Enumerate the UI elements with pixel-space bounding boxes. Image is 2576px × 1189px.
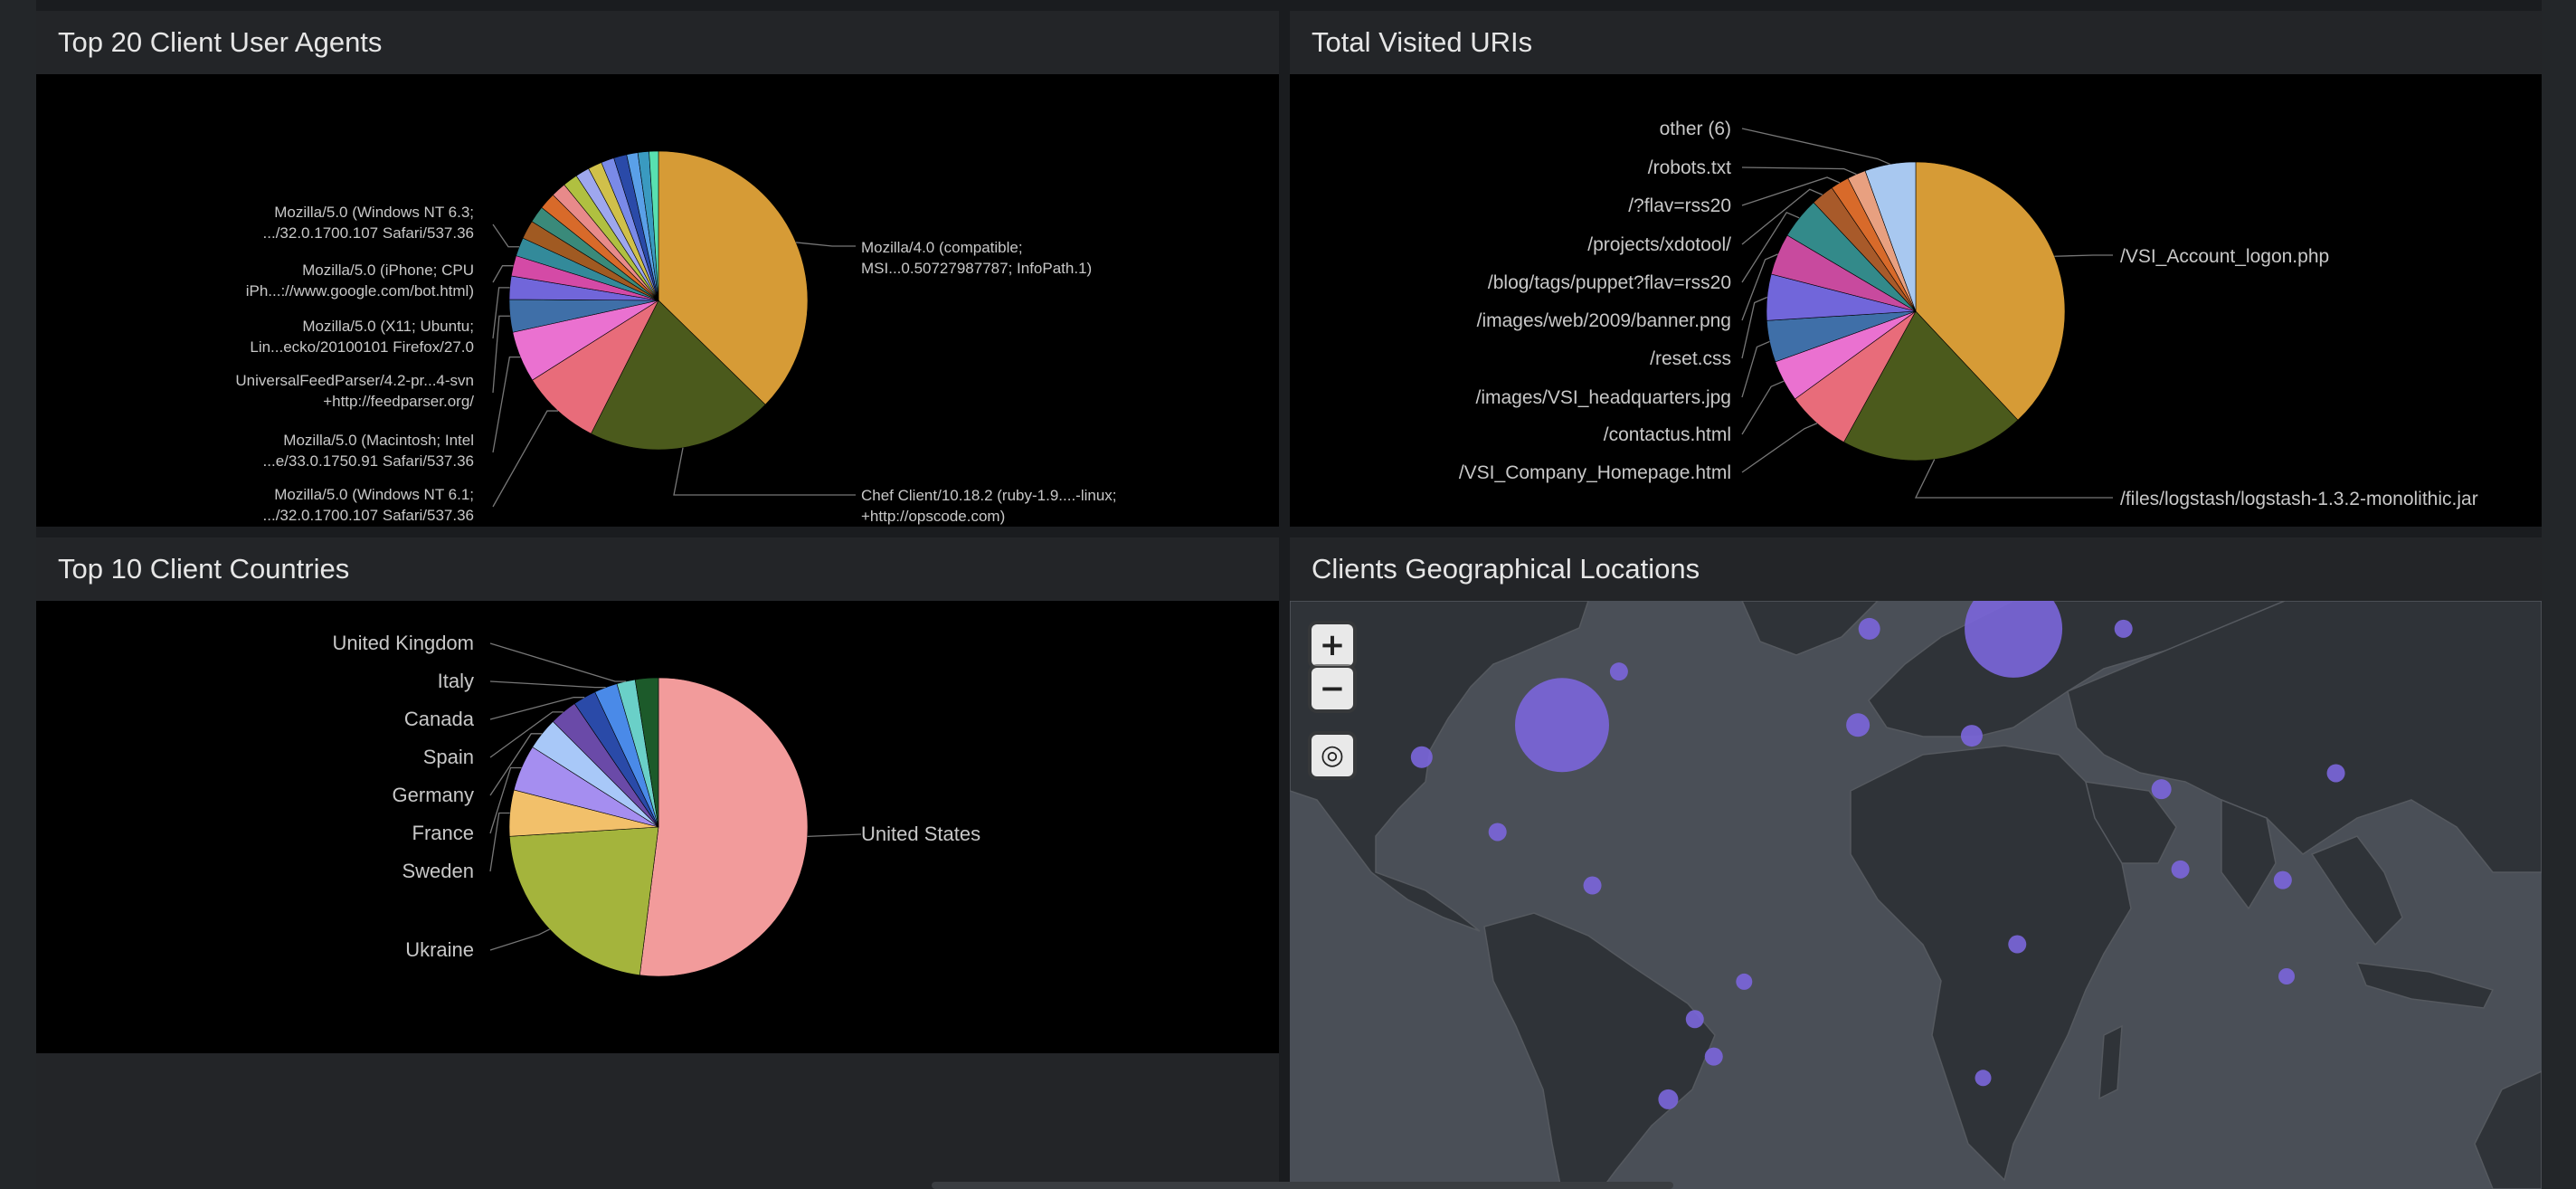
location-marker[interactable]: [2171, 860, 2190, 879]
location-marker[interactable]: [1488, 823, 1507, 842]
leader-line: [492, 265, 514, 283]
location-marker[interactable]: [1846, 713, 1870, 737]
location-marker[interactable]: [1858, 617, 1880, 640]
slice-label: /reset.css: [1650, 348, 1731, 369]
slice-label: Italy: [438, 670, 474, 692]
empty-dashboard-area: [36, 1053, 1279, 1189]
left-page-strip: [0, 0, 36, 1189]
leader-line: [1741, 128, 1890, 166]
leader-line: [807, 833, 862, 838]
pie-slice[interactable]: [509, 826, 659, 976]
location-marker[interactable]: [1410, 746, 1433, 768]
slice-label: /projects/xdotool/: [1587, 234, 1731, 255]
leader-line: [1741, 340, 1770, 398]
slice-label: /VSI_Account_logon.php: [2120, 246, 2329, 267]
slice-label: United States: [861, 823, 980, 845]
slice-label: Ukraine: [405, 938, 474, 961]
leader-line: [489, 642, 627, 682]
location-marker[interactable]: [1704, 1047, 1723, 1066]
slice-label: UniversalFeedParser/4.2-pr...4-svn +http:…: [235, 372, 474, 410]
location-marker[interactable]: [1514, 678, 1609, 773]
location-marker[interactable]: [2326, 764, 2345, 783]
pie-slice[interactable]: [639, 677, 809, 977]
user-agents-pie-chart: Mozilla/4.0 (compatible; MSI...0.50727987…: [235, 150, 1117, 525]
leader-line: [795, 242, 856, 247]
leader-line: [492, 410, 558, 508]
slice-label: /images/VSI_headquarters.jpg: [1475, 387, 1731, 408]
leader-line: [2054, 254, 2113, 257]
leader-line: [1914, 459, 2113, 499]
leader-line: [673, 447, 856, 496]
location-marker[interactable]: [1583, 876, 1602, 895]
panel-geo-locations: Clients Geographical Locations + − ◎: [1290, 537, 2542, 1189]
leader-line: [492, 224, 520, 248]
location-marker[interactable]: [1609, 662, 1628, 681]
location-marker[interactable]: [1975, 1070, 1992, 1087]
leader-line: [489, 812, 510, 872]
right-page-strip: [2542, 0, 2576, 1189]
slice-label: /VSI_Company_Homepage.html: [1459, 462, 1731, 483]
slice-label: France: [412, 822, 474, 844]
slice-label: /images/web/2009/banner.png: [1477, 310, 1731, 331]
location-marker[interactable]: [2114, 619, 2133, 638]
location-marker[interactable]: [1658, 1089, 1679, 1109]
leader-line: [492, 357, 521, 453]
slice-label: Mozilla/5.0 (X11; Ubuntu; Lin...ecko/2010…: [250, 318, 474, 356]
panel-title: Top 10 Client Countries: [36, 537, 1279, 601]
location-marker[interactable]: [2008, 935, 2027, 954]
location-marker[interactable]: [1685, 1010, 1704, 1029]
slice-label: /?flav=rss20: [1628, 195, 1731, 216]
slice-label: Germany: [393, 784, 474, 806]
slice-label: Mozilla/5.0 (iPhone; CPU iPh...://www.goo…: [246, 262, 474, 300]
countries-pie-chart: United States United Kingdom Italy Canada Sp…: [332, 632, 980, 977]
location-marker[interactable]: [2278, 968, 2296, 984]
slice-label: Sweden: [402, 860, 474, 882]
location-marker[interactable]: [1736, 973, 1753, 990]
pie-slices: [1766, 161, 2066, 461]
visited-uris-pie-chart: /VSI_Account_logon.php/files/logstash/lo…: [1459, 119, 2478, 509]
slice-label: Spain: [423, 746, 474, 768]
slice-label: other (6): [1660, 119, 1731, 139]
slice-label: /robots.txt: [1648, 157, 1731, 178]
slice-label: Mozilla/5.0 (Macintosh; Intel ...e/33.0.1…: [263, 432, 474, 470]
leader-line: [1741, 166, 1857, 176]
panel-title: Total Visited URIs: [1290, 11, 2542, 74]
panel-title: Clients Geographical Locations: [1290, 537, 2542, 601]
panel-countries: Top 10 Client Countries United States Uni…: [36, 537, 1279, 1053]
locate-icon[interactable]: ◎: [1312, 735, 1353, 776]
panel-visited-uris: Total Visited URIs /VSI_Account_logon.ph…: [1290, 11, 2542, 527]
leader-line: [489, 680, 606, 689]
slice-label: Canada: [404, 708, 475, 730]
slice-label: /blog/tags/puppet?flav=rss20: [1488, 272, 1731, 293]
leader-line: [489, 928, 551, 951]
zoom-in-button[interactable]: +: [1312, 624, 1353, 666]
location-marker[interactable]: [2273, 870, 2292, 889]
leader-line: [492, 287, 510, 339]
leader-line: [1741, 423, 1818, 473]
pie-slices: [508, 150, 809, 451]
panel-title: Top 20 Client User Agents: [36, 11, 1279, 74]
panel-user-agents: Top 20 Client User Agents Mozilla/4.0 (c…: [36, 11, 1279, 527]
leader-line: [1741, 296, 1767, 359]
slice-label: /files/logstash/logstash-1.3.2-monolithi…: [2120, 489, 2478, 509]
leader-line: [492, 315, 510, 394]
horizontal-scrollbar[interactable]: [932, 1182, 1673, 1189]
slice-label: /contactus.html: [1604, 424, 1731, 445]
slice-label: United Kingdom: [332, 632, 474, 654]
pie-slices: [508, 677, 809, 977]
slice-label: Mozilla/5.0 (Windows NT 6.3; .../32.0.170…: [263, 204, 474, 242]
world-map[interactable]: [1290, 601, 2542, 1189]
location-marker[interactable]: [1960, 725, 1983, 747]
location-marker[interactable]: [2151, 779, 2172, 800]
zoom-out-button[interactable]: −: [1312, 668, 1353, 709]
slice-label: Mozilla/4.0 (compatible; MSI...0.50727987…: [861, 239, 1092, 277]
slice-label: Chef Client/10.18.2 (ruby-1.9....-linux;…: [861, 487, 1117, 525]
slice-label: Mozilla/5.0 (Windows NT 6.1; .../32.0.170…: [263, 486, 474, 524]
leader-line: [1741, 380, 1785, 435]
